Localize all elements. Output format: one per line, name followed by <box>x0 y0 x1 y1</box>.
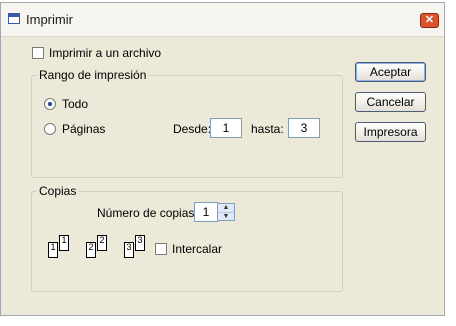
spin-down-icon[interactable]: ▼ <box>218 213 234 221</box>
to-input[interactable]: 3 <box>288 118 320 138</box>
print-range-title: Rango de impresión <box>37 68 149 82</box>
printer-button[interactable]: Impresora <box>355 122 426 142</box>
radio-all[interactable] <box>44 98 56 110</box>
copies-spinner[interactable]: ▲ ▼ <box>217 203 235 221</box>
copies-count-label: Número de copias: <box>97 206 198 220</box>
window-title: Imprimir <box>26 12 73 27</box>
radio-pages[interactable] <box>44 123 56 135</box>
page-icon: 1 <box>59 235 69 251</box>
page-icon: 3 <box>124 242 134 258</box>
copies-title: Copias <box>37 184 79 198</box>
to-label: hasta: <box>251 122 284 136</box>
collate-checkbox[interactable] <box>155 243 167 255</box>
page-icon: 3 <box>135 235 145 251</box>
page-icon: 1 <box>48 242 58 258</box>
page-icon: 2 <box>97 235 107 251</box>
from-input[interactable]: 1 <box>210 118 242 138</box>
close-icon[interactable]: ✕ <box>420 13 439 28</box>
title-bar: Imprimir ✕ <box>1 3 444 37</box>
spin-up-icon[interactable]: ▲ <box>218 204 234 213</box>
radio-all-label[interactable]: Todo <box>62 97 88 111</box>
cancel-button[interactable]: Cancelar <box>355 92 426 112</box>
from-label: Desde: <box>173 122 212 136</box>
accept-button[interactable]: Aceptar <box>355 62 426 82</box>
page-icon: 2 <box>86 242 96 258</box>
collate-label[interactable]: Intercalar <box>172 242 222 256</box>
copies-count-input[interactable]: 1 <box>194 202 218 222</box>
print-dialog: Imprimir ✕ Imprimir a un archivo Rango d… <box>0 2 445 316</box>
window-icon <box>8 13 20 24</box>
print-to-file-checkbox[interactable] <box>32 47 44 59</box>
print-to-file-label[interactable]: Imprimir a un archivo <box>49 46 161 60</box>
radio-pages-label[interactable]: Páginas <box>62 122 105 136</box>
